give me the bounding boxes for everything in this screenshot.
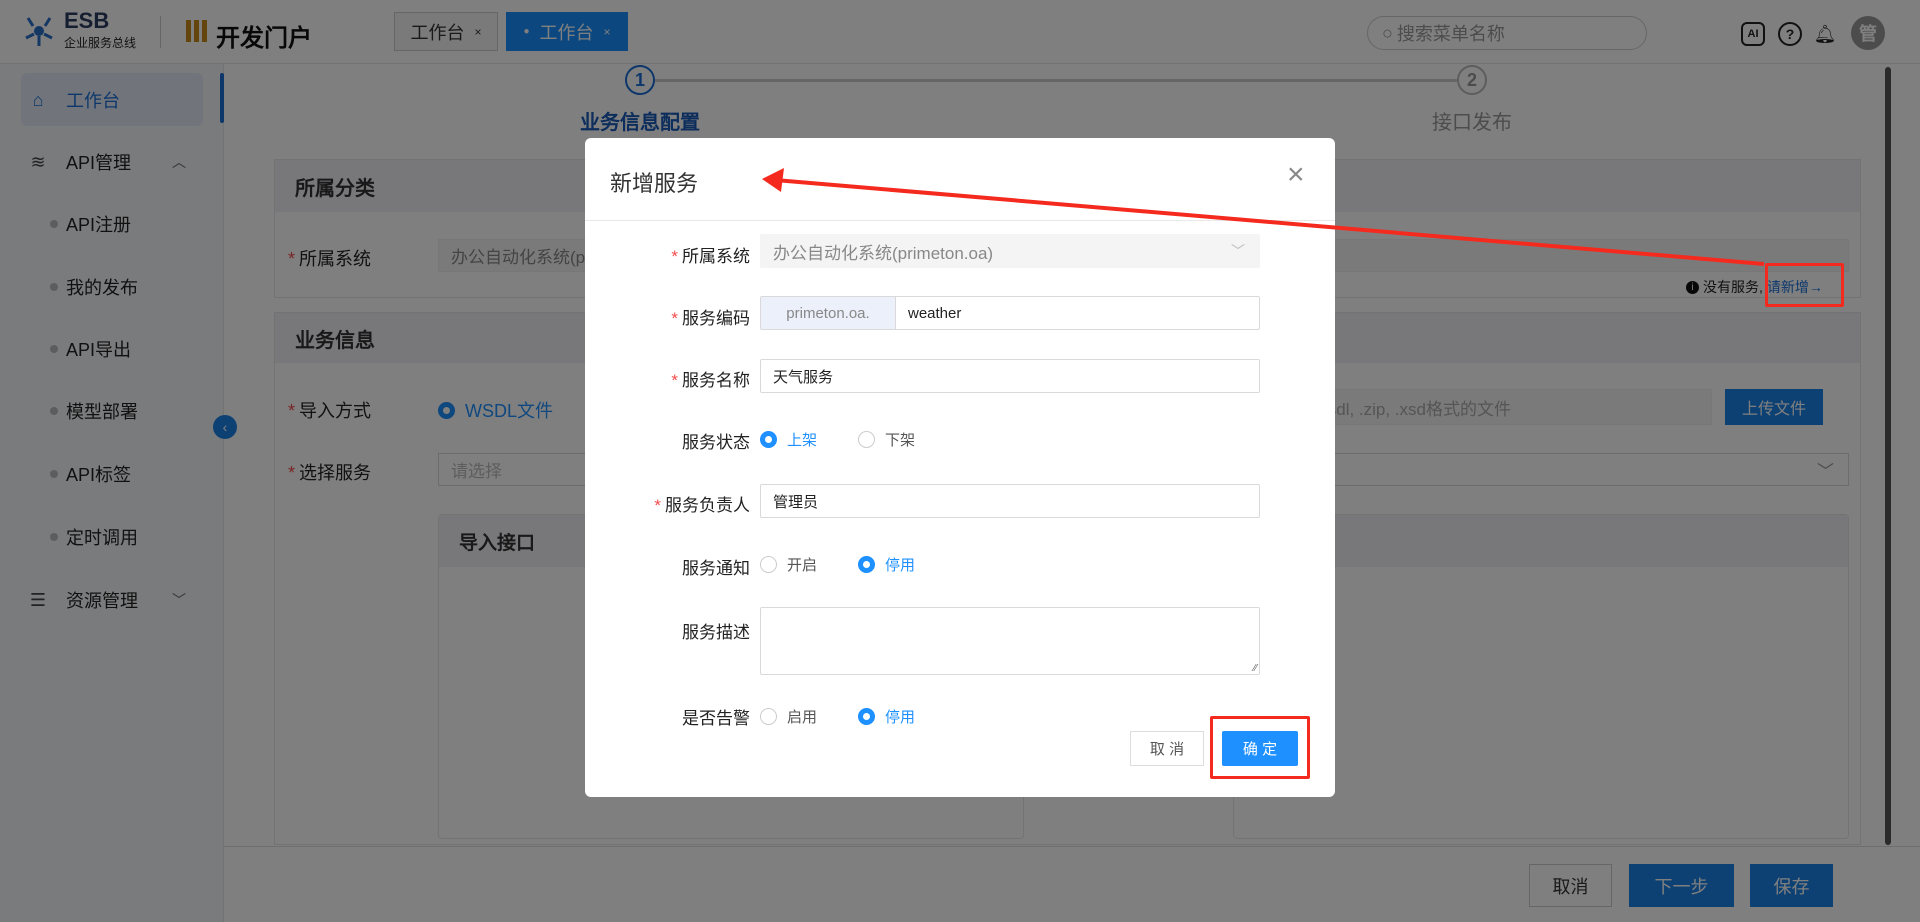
annotation-arrow-icon — [762, 168, 1765, 266]
